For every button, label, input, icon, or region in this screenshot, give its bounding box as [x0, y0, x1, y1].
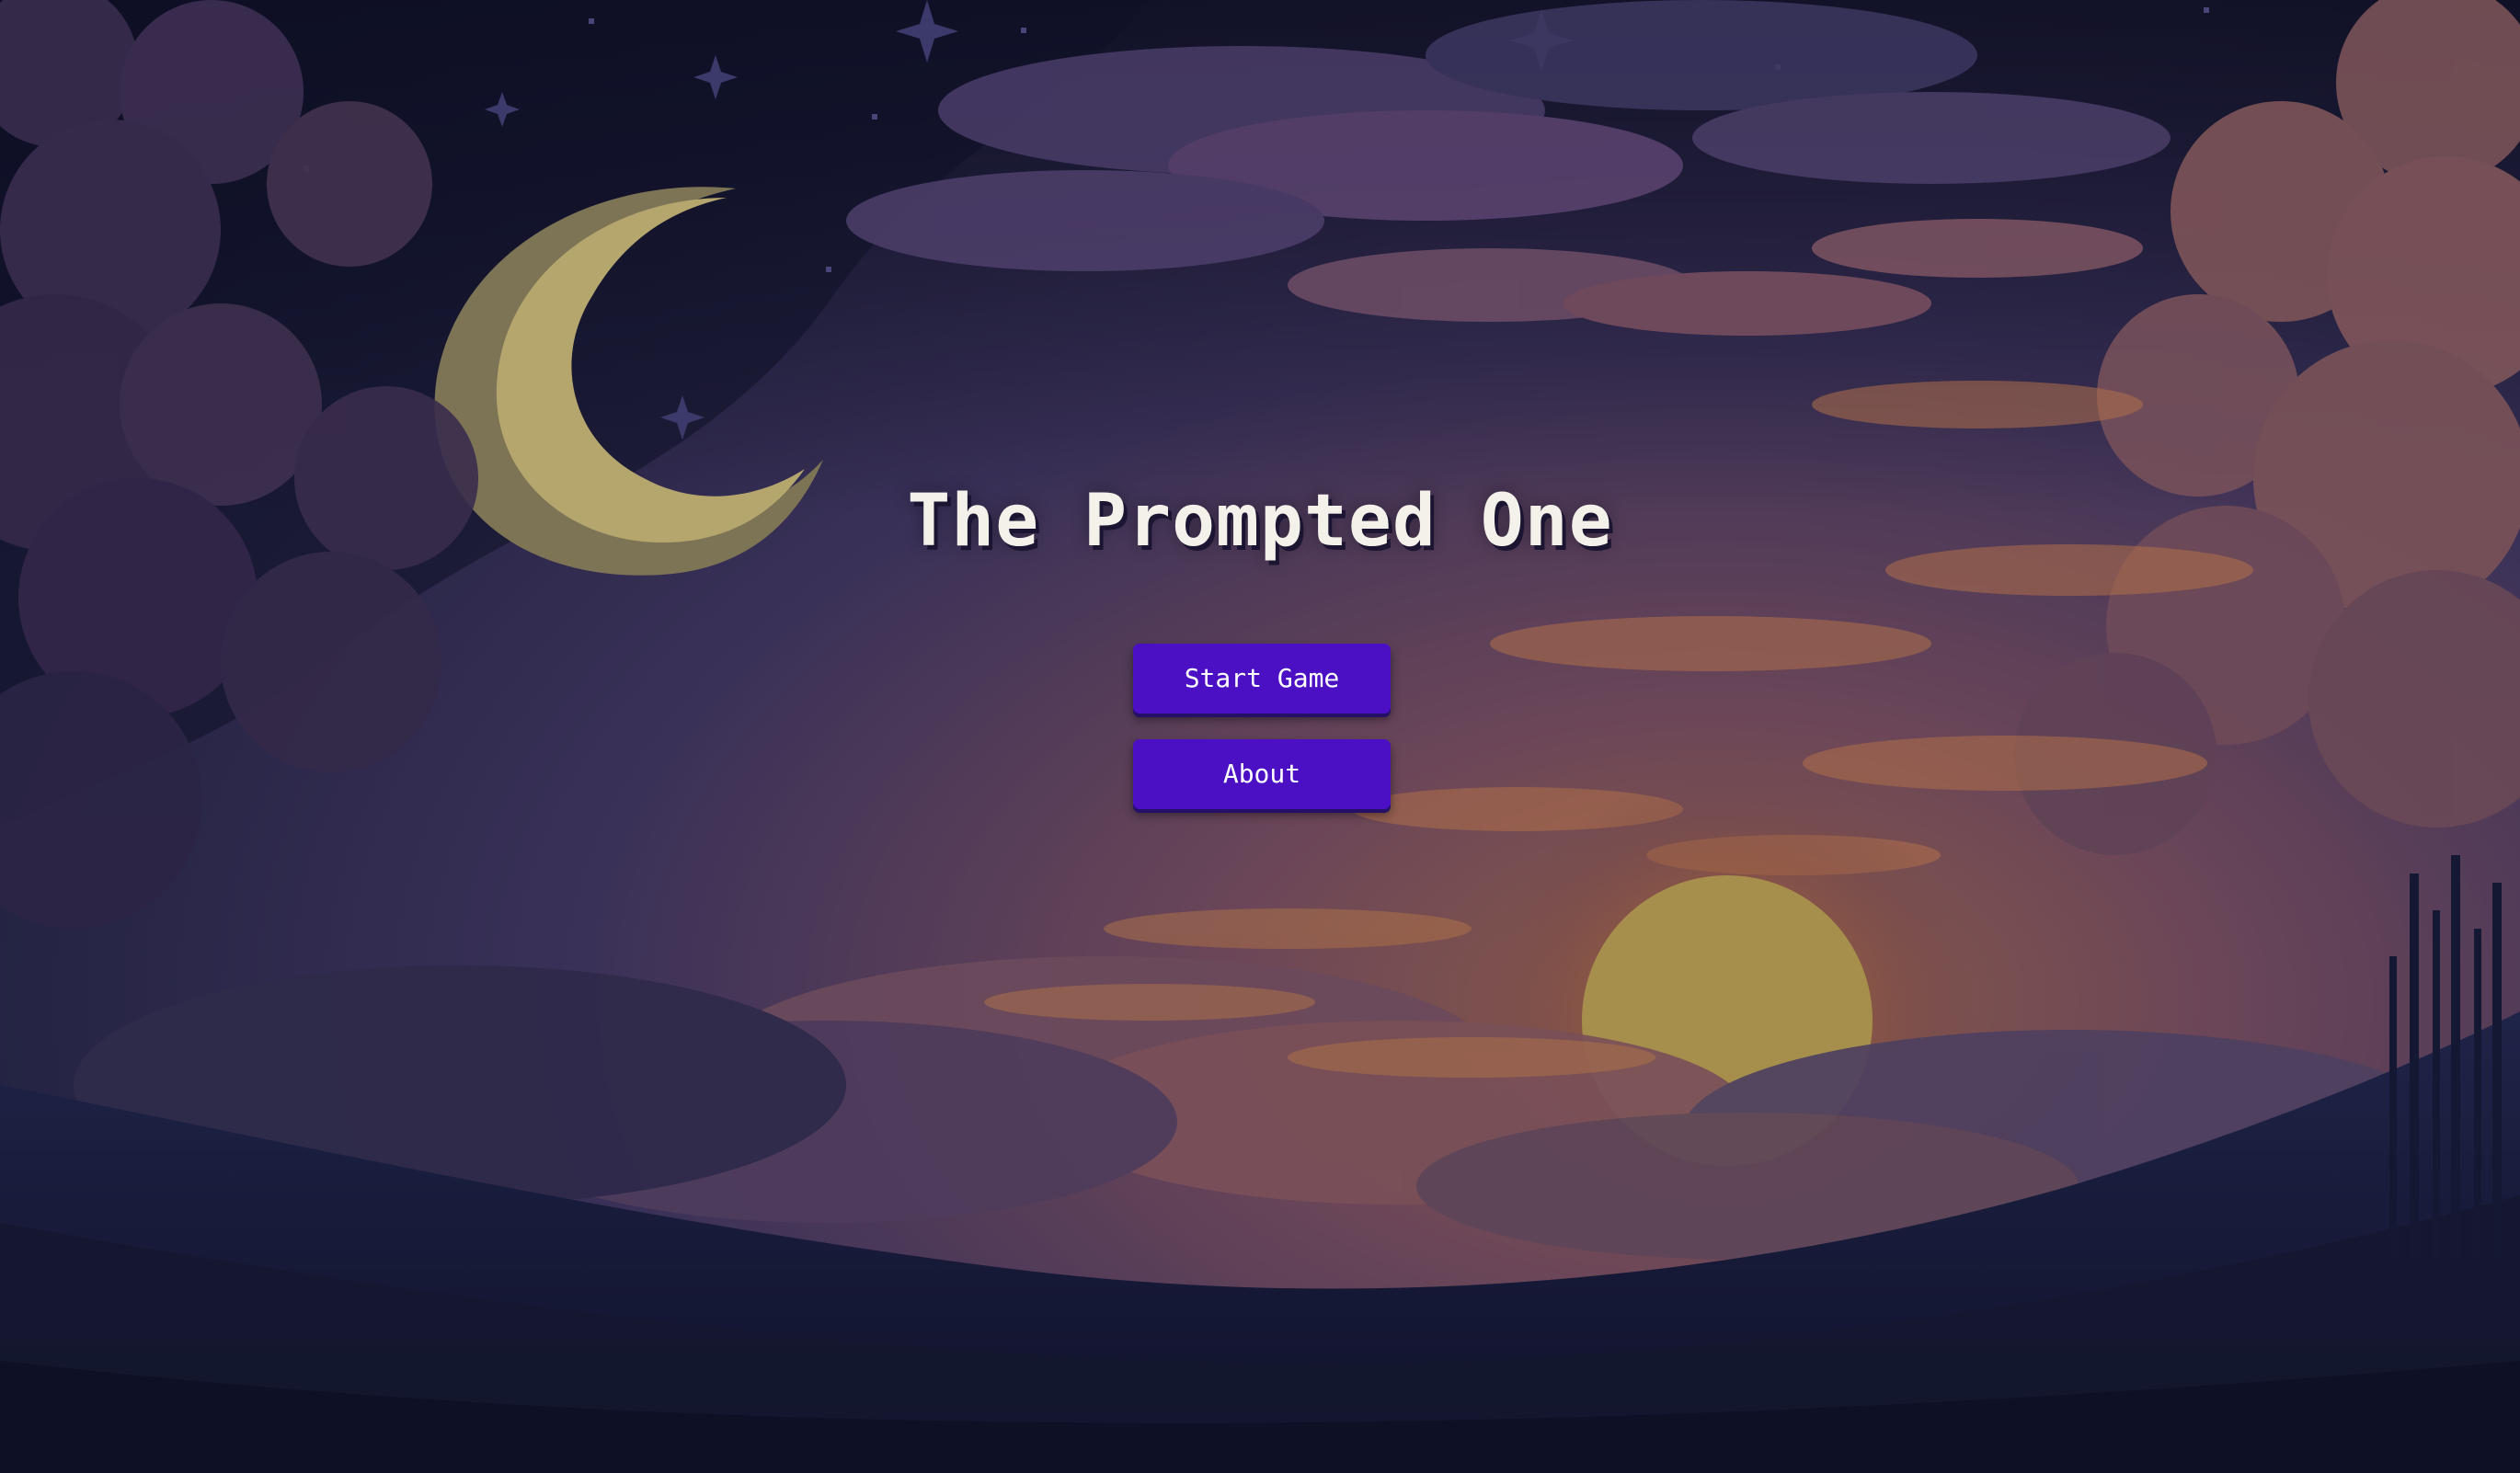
title-screen: The Prompted One Start Game About: [0, 0, 2520, 1473]
game-title: The Prompted One: [907, 480, 1613, 563]
main-menu: The Prompted One Start Game About: [0, 0, 2520, 1473]
start-game-button[interactable]: Start Game: [1133, 644, 1391, 714]
about-button[interactable]: About: [1133, 739, 1391, 809]
